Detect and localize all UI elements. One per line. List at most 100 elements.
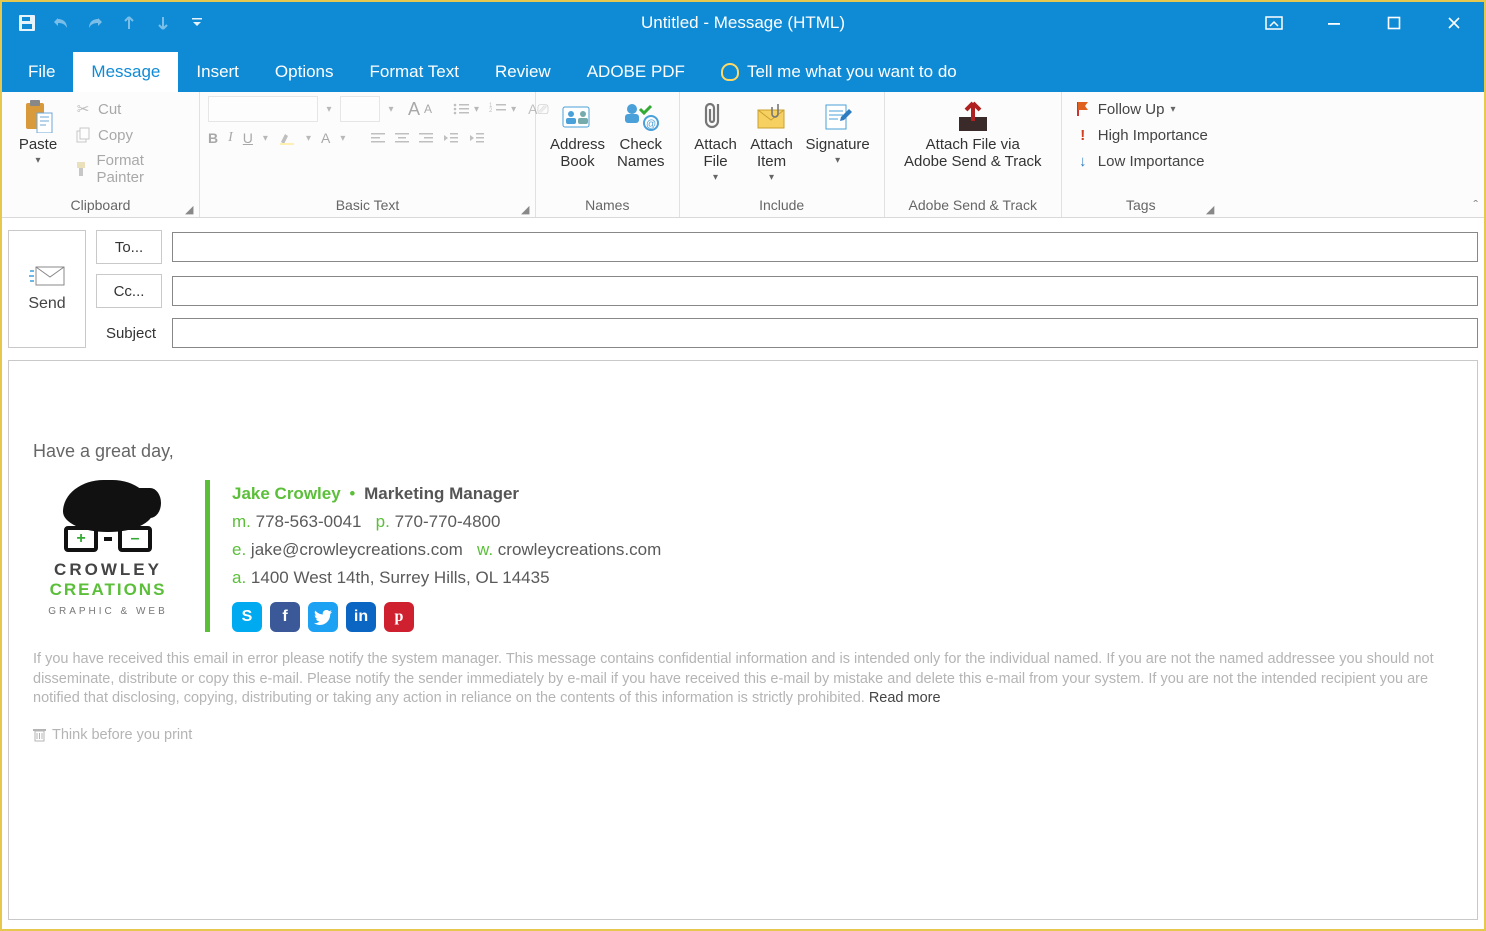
send-button[interactable]: Send [8, 230, 86, 348]
tab-options[interactable]: Options [257, 52, 352, 92]
low-importance-button[interactable]: ↓ Low Importance [1070, 150, 1212, 172]
tab-file[interactable]: File [10, 52, 73, 92]
close-button[interactable] [1424, 2, 1484, 44]
chevron-down-icon[interactable]: ▾ [384, 104, 398, 115]
subject-input[interactable] [172, 318, 1478, 348]
chevron-down-icon[interactable]: ▾ [322, 104, 336, 115]
next-item-button[interactable] [148, 8, 178, 38]
tell-me-label: Tell me what you want to do [747, 62, 957, 82]
align-right-button[interactable] [419, 132, 433, 144]
tab-review[interactable]: Review [477, 52, 569, 92]
high-importance-button[interactable]: ! High Importance [1070, 124, 1212, 146]
sig-email: jake@crowleycreations.com [251, 540, 463, 559]
bullets-button[interactable] [452, 102, 470, 116]
font-name-combo[interactable] [208, 96, 318, 122]
format-painter-label: Format Painter [96, 152, 187, 186]
address-book-button[interactable]: Address Book [544, 96, 611, 172]
sig-p-key: p. [376, 512, 390, 531]
cut-button[interactable]: ✂ Cut [70, 98, 191, 120]
grow-font-button[interactable]: A [408, 99, 420, 120]
tab-message[interactable]: Message [73, 52, 178, 92]
decrease-indent-button[interactable] [443, 132, 459, 144]
paste-label: Paste [19, 136, 57, 153]
minimize-button[interactable] [1304, 2, 1364, 44]
ribbon-display-options[interactable] [1244, 2, 1304, 44]
attach-item-label: Attach Item [750, 136, 793, 170]
high-importance-label: High Importance [1098, 127, 1208, 144]
message-body[interactable]: Have a great day, +– CROWLEY CREATIONS G… [8, 360, 1478, 920]
qat-customize-button[interactable] [182, 8, 212, 38]
group-label-tags: Tags [1070, 195, 1212, 215]
italic-button[interactable]: I [228, 130, 233, 146]
dialog-launcher-tags[interactable]: ◢ [1206, 203, 1218, 215]
twitter-icon[interactable] [308, 602, 338, 632]
attach-item-button[interactable]: Attach Item ▾ [744, 96, 800, 185]
dialog-launcher-clipboard[interactable]: ◢ [185, 203, 197, 215]
follow-up-button[interactable]: Follow Up ▾ [1070, 98, 1212, 120]
group-names: Address Book @ Check Names Names [536, 92, 680, 217]
skype-icon[interactable]: S [232, 602, 262, 632]
align-left-button[interactable] [371, 132, 385, 144]
check-names-button[interactable]: @ Check Names [611, 96, 671, 172]
read-more-link[interactable]: Read more [869, 690, 941, 706]
envelope-send-icon [28, 265, 66, 287]
linkedin-icon[interactable]: in [346, 602, 376, 632]
prev-item-button[interactable] [114, 8, 144, 38]
tab-adobe-pdf[interactable]: ADOBE PDF [569, 52, 703, 92]
group-label-clipboard: Clipboard [10, 195, 191, 215]
cc-button[interactable]: Cc... [96, 274, 162, 308]
paintbrush-icon [74, 160, 90, 178]
copy-label: Copy [98, 127, 133, 144]
adobe-attach-button[interactable]: Attach File via Adobe Send & Track [893, 96, 1053, 172]
signature-button[interactable]: Signature ▾ [800, 96, 876, 168]
group-label-adobe: Adobe Send & Track [893, 195, 1053, 215]
to-input[interactable] [172, 232, 1478, 262]
shrink-font-button[interactable]: A [424, 102, 432, 116]
exclamation-icon: ! [1074, 126, 1092, 144]
increase-indent-button[interactable] [469, 132, 485, 144]
disclaimer-text: If you have received this email in error… [33, 650, 1453, 709]
format-painter-button[interactable]: Format Painter [70, 150, 191, 188]
facebook-icon[interactable]: f [270, 602, 300, 632]
redo-button[interactable] [80, 8, 110, 38]
quick-access-toolbar [2, 8, 212, 38]
tab-format-text[interactable]: Format Text [352, 52, 477, 92]
font-size-combo[interactable] [340, 96, 380, 122]
to-button[interactable]: To... [96, 230, 162, 264]
align-center-button[interactable] [395, 132, 409, 144]
attach-file-button[interactable]: Attach File ▾ [688, 96, 744, 185]
undo-button[interactable] [46, 8, 76, 38]
paperclip-icon [704, 98, 728, 134]
ribbon: Paste ▾ ✂ Cut Copy Form [2, 92, 1484, 218]
pinterest-icon[interactable]: p [384, 602, 414, 632]
paste-icon [23, 98, 53, 134]
signature-logo: +– CROWLEY CREATIONS GRAPHIC & WEB [33, 480, 183, 632]
group-label-names: Names [544, 195, 671, 215]
highlight-button[interactable] [278, 130, 296, 146]
sig-bullet: • [349, 484, 355, 503]
underline-button[interactable]: U [243, 130, 253, 146]
adobe-upload-icon [953, 98, 993, 134]
trash-icon [33, 728, 46, 742]
copy-button[interactable]: Copy [70, 124, 191, 146]
signature-block: +– CROWLEY CREATIONS GRAPHIC & WEB Jake … [33, 480, 1453, 632]
sig-mobile: 778-563-0041 [256, 512, 362, 531]
compose-header: Send To... Cc... Subject [2, 218, 1484, 354]
think-before-print: Think before you print [33, 727, 1453, 743]
title-bar: Untitled - Message (HTML) [2, 2, 1484, 44]
save-button[interactable] [12, 8, 42, 38]
cc-input[interactable] [172, 276, 1478, 306]
numbering-button[interactable]: 12 [489, 102, 507, 116]
font-color-button[interactable]: A [321, 130, 330, 146]
maximize-button[interactable] [1364, 2, 1424, 44]
tab-insert[interactable]: Insert [178, 52, 257, 92]
dialog-launcher-basic-text[interactable]: ◢ [521, 203, 533, 215]
chevron-down-icon: ▾ [35, 155, 40, 166]
bold-button[interactable]: B [208, 130, 218, 146]
disclaimer-body: If you have received this email in error… [33, 651, 1434, 706]
down-arrow-icon: ↓ [1074, 152, 1092, 170]
collapse-ribbon-button[interactable]: ˆ [1473, 197, 1478, 213]
tell-me-search[interactable]: Tell me what you want to do [721, 62, 957, 92]
paste-button[interactable]: Paste ▾ [10, 96, 66, 168]
think-label: Think before you print [52, 727, 192, 743]
